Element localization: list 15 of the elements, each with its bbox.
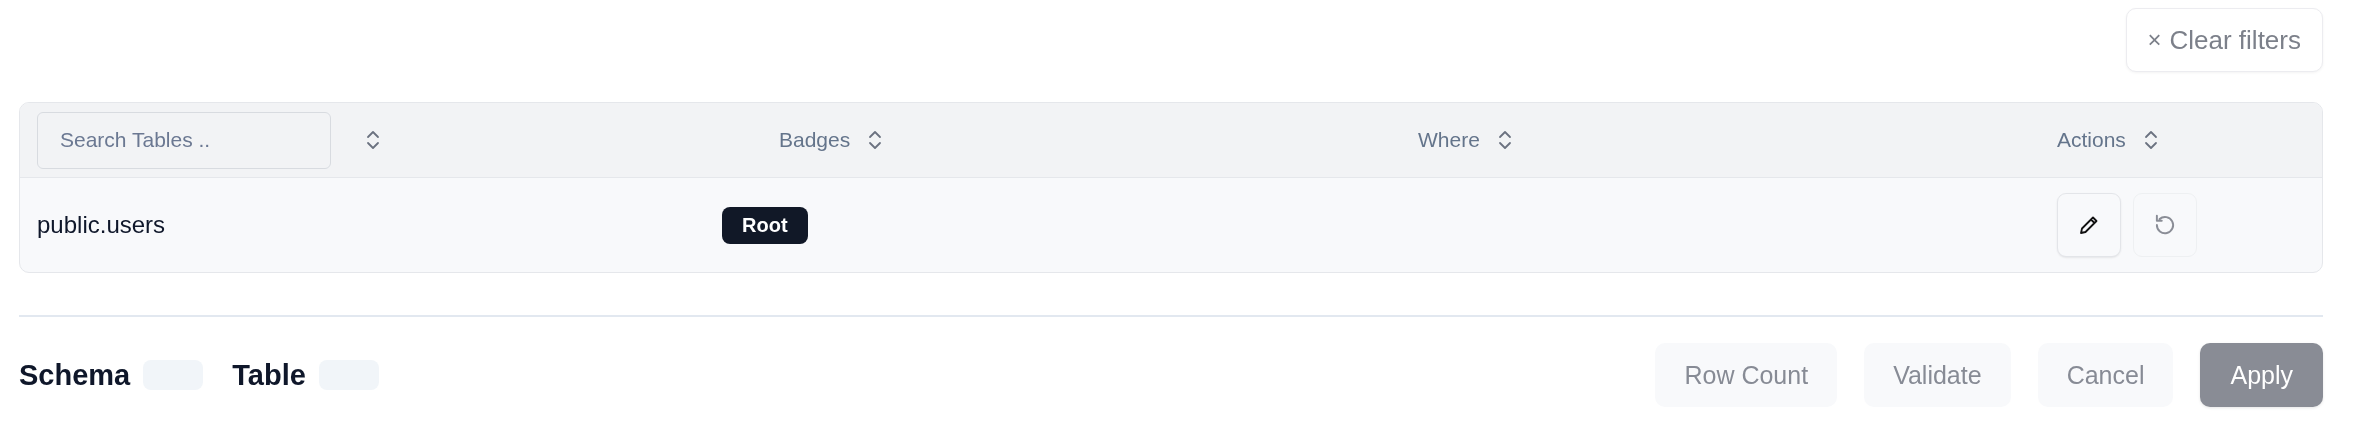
search-field[interactable]: Search Tables .. — [37, 111, 331, 169]
column-header[interactable]: Where — [1418, 128, 1480, 152]
clear-filters-button[interactable]: × Clear filters — [2125, 8, 2323, 72]
badge: Root — [722, 206, 808, 244]
field-label: Table — [232, 358, 306, 392]
table-name: public.users — [37, 211, 166, 239]
column-header[interactable]: Badges — [779, 128, 851, 152]
sort-icon[interactable] — [2143, 129, 2158, 151]
sort-icon[interactable] — [366, 129, 380, 151]
field-label: Schema — [19, 358, 131, 392]
sort-icon[interactable] — [868, 129, 883, 151]
close-icon: × — [2147, 26, 2162, 54]
edit-button[interactable] — [2057, 193, 2121, 257]
sort-icon[interactable] — [1497, 129, 1512, 151]
column-header[interactable]: Actions — [2057, 128, 2126, 152]
